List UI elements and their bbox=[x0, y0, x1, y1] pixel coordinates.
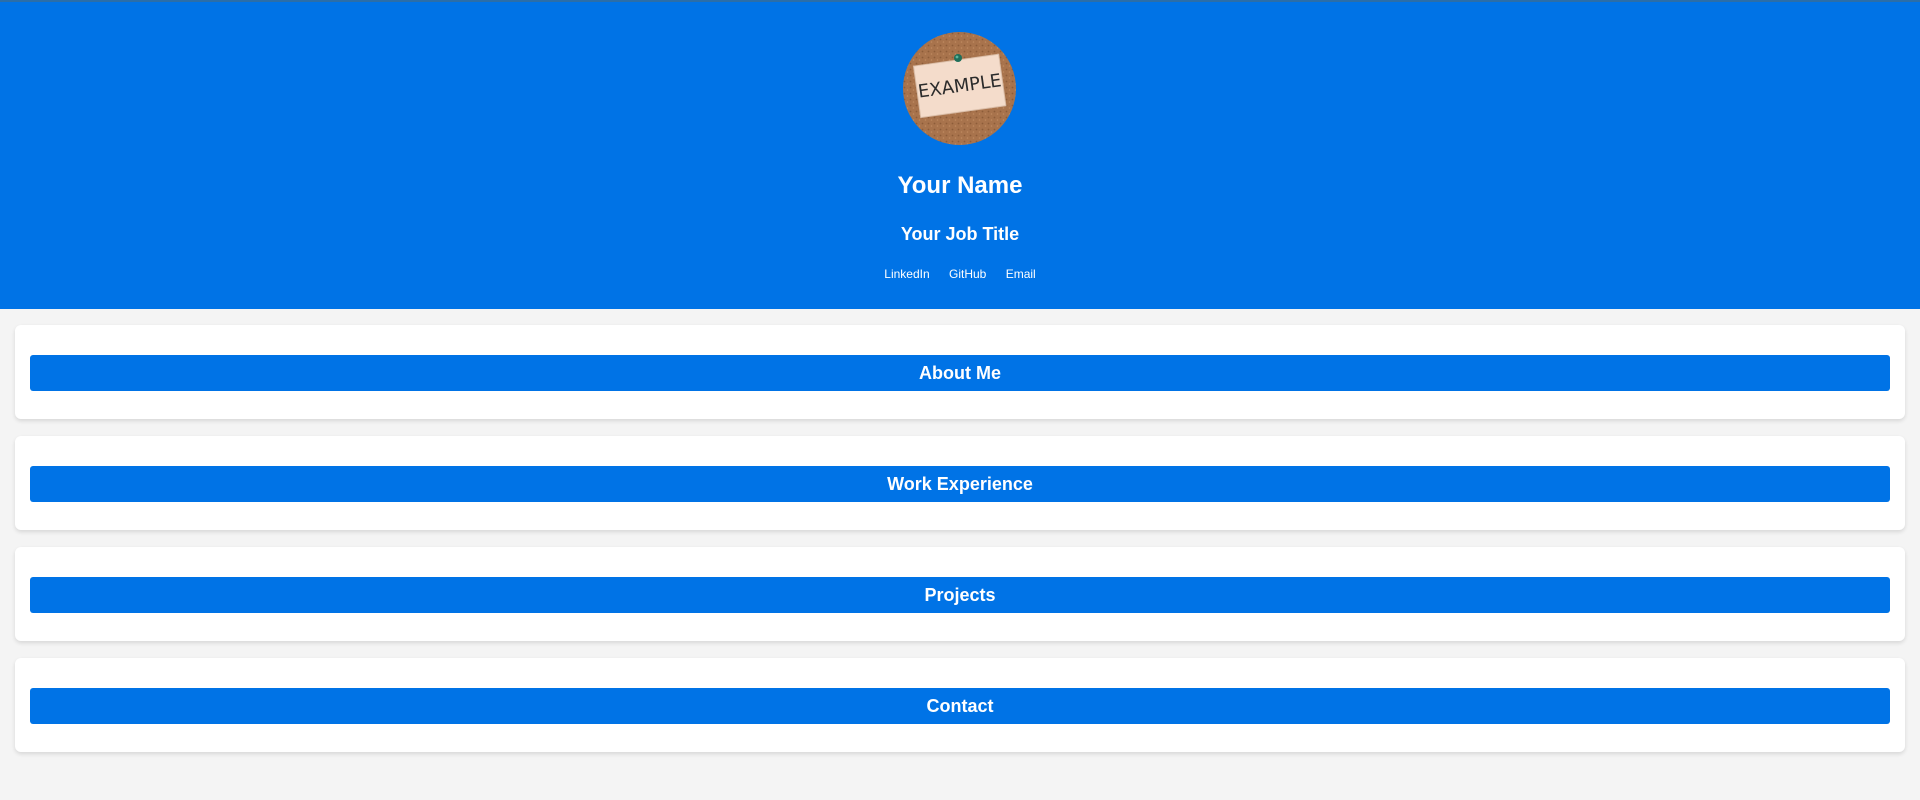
projects-section: Projects bbox=[15, 547, 1905, 641]
example-pinned-note-image: EXAMPLE bbox=[903, 32, 1016, 145]
contact-section: Contact bbox=[15, 658, 1905, 752]
profile-name: Your Name bbox=[897, 172, 1023, 199]
about-me-heading[interactable]: About Me bbox=[30, 355, 1890, 391]
email-link[interactable]: Email bbox=[1006, 267, 1036, 281]
work-experience-section: Work Experience bbox=[15, 436, 1905, 530]
contact-heading[interactable]: Contact bbox=[30, 688, 1890, 724]
projects-heading[interactable]: Projects bbox=[30, 577, 1890, 613]
github-link[interactable]: GitHub bbox=[949, 267, 986, 281]
profile-header: EXAMPLE Your Name Your Job Title LinkedI… bbox=[0, 2, 1920, 309]
social-links: LinkedIn GitHub Email bbox=[0, 266, 1920, 282]
job-title: Your Job Title bbox=[900, 224, 1020, 244]
avatar: EXAMPLE bbox=[903, 32, 1016, 145]
about-me-section: About Me bbox=[15, 325, 1905, 419]
work-experience-heading[interactable]: Work Experience bbox=[30, 466, 1890, 502]
linkedin-link[interactable]: LinkedIn bbox=[884, 267, 929, 281]
